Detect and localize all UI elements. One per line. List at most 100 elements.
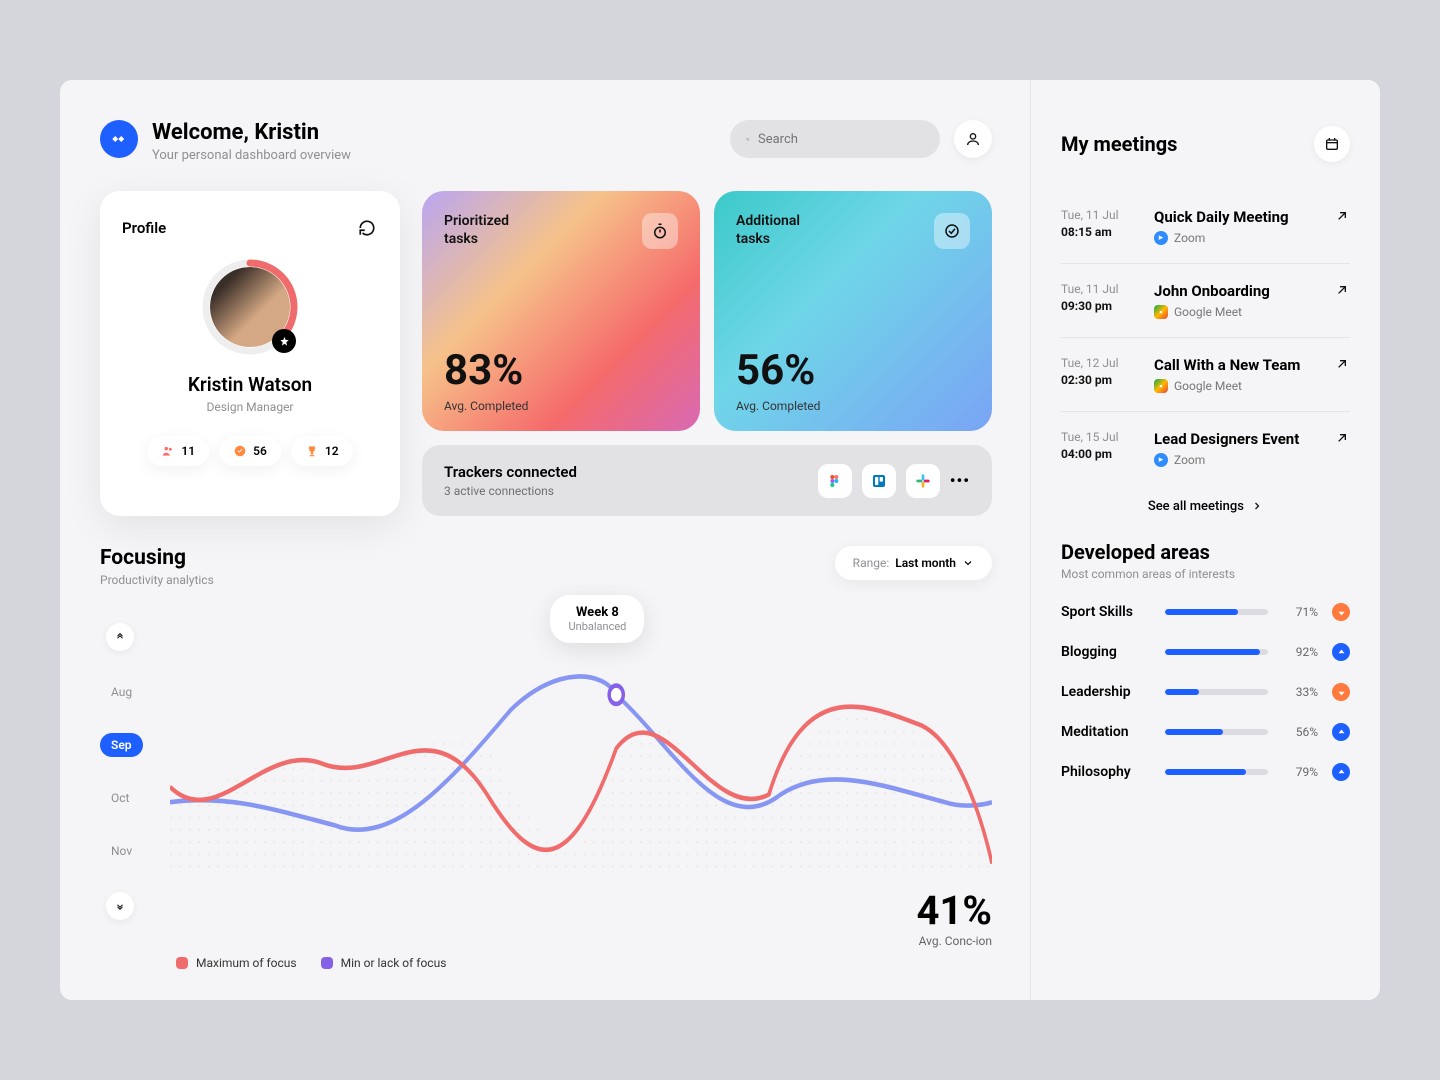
stat-pill: 11 xyxy=(147,436,209,466)
meeting-date: Tue, 12 Jul02:30 pm xyxy=(1061,356,1136,387)
profile-button[interactable] xyxy=(954,120,992,158)
trend-down-icon xyxy=(1332,603,1350,621)
month-sep[interactable]: Sep xyxy=(100,733,143,757)
area-bar xyxy=(1165,769,1268,775)
area-name: Leadership xyxy=(1061,684,1151,700)
arrow-out-icon xyxy=(1334,282,1350,298)
area-row: Leadership33% xyxy=(1061,683,1350,701)
meeting-title: Quick Daily Meeting xyxy=(1154,208,1316,226)
range-value: Last month xyxy=(895,556,956,570)
meeting-app: ▪ Google Meet xyxy=(1154,305,1316,319)
concentration-pct: 41% xyxy=(917,887,992,934)
person-icon xyxy=(965,131,981,147)
tasks-row: Prioritized tasks 83% Avg. Completed Add… xyxy=(422,191,992,431)
chevron-up-icon xyxy=(115,632,125,642)
meeting-title: Lead Designers Event xyxy=(1154,430,1316,448)
refresh-button[interactable] xyxy=(356,217,378,239)
concentration-label: Avg. Conc-ion xyxy=(917,934,992,948)
area-row: Philosophy79% xyxy=(1061,763,1350,781)
sidebar: My meetings Tue, 11 Jul08:15 am Quick Dai… xyxy=(1030,80,1380,1000)
tooltip-status: Unbalanced xyxy=(568,620,626,633)
users-icon xyxy=(161,444,175,458)
tracker-icons: ••• xyxy=(818,464,970,498)
meeting-title: Call With a New Team xyxy=(1154,356,1316,374)
area-row: Blogging92% xyxy=(1061,643,1350,661)
chart-scroll-up[interactable] xyxy=(106,623,134,651)
additional-tasks-card[interactable]: Additional tasks 56% Avg. Completed xyxy=(714,191,992,431)
range-label: Range: xyxy=(853,556,890,570)
developed-title: Developed areas xyxy=(1061,540,1350,564)
check-circle-icon xyxy=(934,213,970,249)
profile-stats: 11 56 12 xyxy=(122,436,378,466)
trackers-title: Trackers connected xyxy=(444,463,577,481)
trend-down-icon xyxy=(1332,683,1350,701)
calendar-button[interactable] xyxy=(1314,126,1350,162)
chart-tooltip: Week 8 Unbalanced xyxy=(550,595,644,643)
range-selector[interactable]: Range: Last month xyxy=(835,546,992,580)
meeting-item[interactable]: Tue, 15 Jul04:00 pm Lead Designers Event ▸… xyxy=(1061,412,1350,485)
arrow-out-icon xyxy=(1334,430,1350,446)
check-icon xyxy=(233,444,247,458)
top-row: Profile Kristin Watson Design Manager 11… xyxy=(100,191,992,516)
task-sublabel: Avg. Completed xyxy=(444,399,678,413)
arrow-out-icon xyxy=(1334,208,1350,224)
page-subtitle: Your personal dashboard overview xyxy=(152,148,730,163)
trackers-card: Trackers connected 3 active connections … xyxy=(422,445,992,516)
areas-list: Sport Skills71%Blogging92%Leadership33%M… xyxy=(1061,603,1350,781)
chart-legend: Maximum of focus Min or lack of focus xyxy=(176,956,992,970)
meeting-item[interactable]: Tue, 11 Jul08:15 am Quick Daily Meeting ▸ … xyxy=(1061,190,1350,264)
stopwatch-icon xyxy=(642,213,678,249)
month-aug[interactable]: Aug xyxy=(100,680,143,704)
month-oct[interactable]: Oct xyxy=(100,786,140,810)
chart-scroll-down[interactable] xyxy=(106,892,134,920)
meetings-title: My meetings xyxy=(1061,132,1177,156)
meeting-app: ▸ Zoom xyxy=(1154,453,1316,467)
search-field[interactable] xyxy=(730,120,940,158)
meeting-item[interactable]: Tue, 11 Jul09:30 pmJohn Onboarding▪ Goog… xyxy=(1061,264,1350,338)
stat-value: 12 xyxy=(325,444,339,458)
search-icon xyxy=(746,132,750,147)
search-input[interactable] xyxy=(758,132,924,147)
title-block: Welcome, Kristin Your personal dashboard… xyxy=(152,120,730,163)
area-name: Blogging xyxy=(1061,644,1151,660)
prioritized-tasks-card[interactable]: Prioritized tasks 83% Avg. Completed xyxy=(422,191,700,431)
meeting-item[interactable]: Tue, 12 Jul02:30 pm Call With a New Team ▪… xyxy=(1061,338,1350,412)
area-row: Meditation56% xyxy=(1061,723,1350,741)
figma-icon[interactable] xyxy=(818,464,852,498)
focusing-title: Focusing xyxy=(100,546,214,570)
meetings-list: Tue, 11 Jul08:15 am Quick Daily Meeting ▸ … xyxy=(1061,190,1350,485)
meeting-date: Tue, 15 Jul04:00 pm xyxy=(1061,430,1136,461)
line-chart-svg xyxy=(170,595,992,948)
task-label: Additional tasks xyxy=(736,213,816,248)
profile-card: Profile Kristin Watson Design Manager 11… xyxy=(100,191,400,516)
dashboard-app: Welcome, Kristin Your personal dashboard… xyxy=(60,80,1380,1000)
focusing-header: Focusing Productivity analytics Range: L… xyxy=(100,546,992,587)
more-button[interactable]: ••• xyxy=(950,471,970,490)
area-bar xyxy=(1165,729,1268,735)
concentration-box: 41% Avg. Conc-ion xyxy=(917,887,992,948)
trend-up-icon xyxy=(1332,723,1350,741)
trophy-icon xyxy=(305,444,319,458)
task-label: Prioritized tasks xyxy=(444,213,524,248)
chevron-right-icon xyxy=(1251,500,1263,512)
area-pct: 56% xyxy=(1282,725,1318,739)
meeting-date: Tue, 11 Jul08:15 am xyxy=(1061,208,1136,239)
slack-icon[interactable] xyxy=(906,464,940,498)
logo-icon[interactable] xyxy=(100,120,138,158)
profile-title: Profile xyxy=(122,219,166,237)
month-nov[interactable]: Nov xyxy=(100,839,143,863)
stat-pill: 56 xyxy=(219,436,281,466)
legend-max: Maximum of focus xyxy=(176,956,297,970)
trend-up-icon xyxy=(1332,763,1350,781)
meeting-date: Tue, 11 Jul09:30 pm xyxy=(1061,282,1136,313)
star-badge-icon xyxy=(272,329,296,353)
trello-icon[interactable] xyxy=(862,464,896,498)
tooltip-week: Week 8 xyxy=(568,605,626,620)
calendar-icon xyxy=(1324,136,1340,152)
area-bar xyxy=(1165,609,1268,615)
see-all-meetings[interactable]: See all meetings xyxy=(1061,485,1350,540)
meeting-app: ▸ Zoom xyxy=(1154,231,1316,245)
meeting-app: ▪ Google Meet xyxy=(1154,379,1316,393)
page-title: Welcome, Kristin xyxy=(152,120,730,145)
focusing-chart: Aug Sep Oct Nov Week 8 Unbalanced 41% Avg. … xyxy=(100,595,992,948)
